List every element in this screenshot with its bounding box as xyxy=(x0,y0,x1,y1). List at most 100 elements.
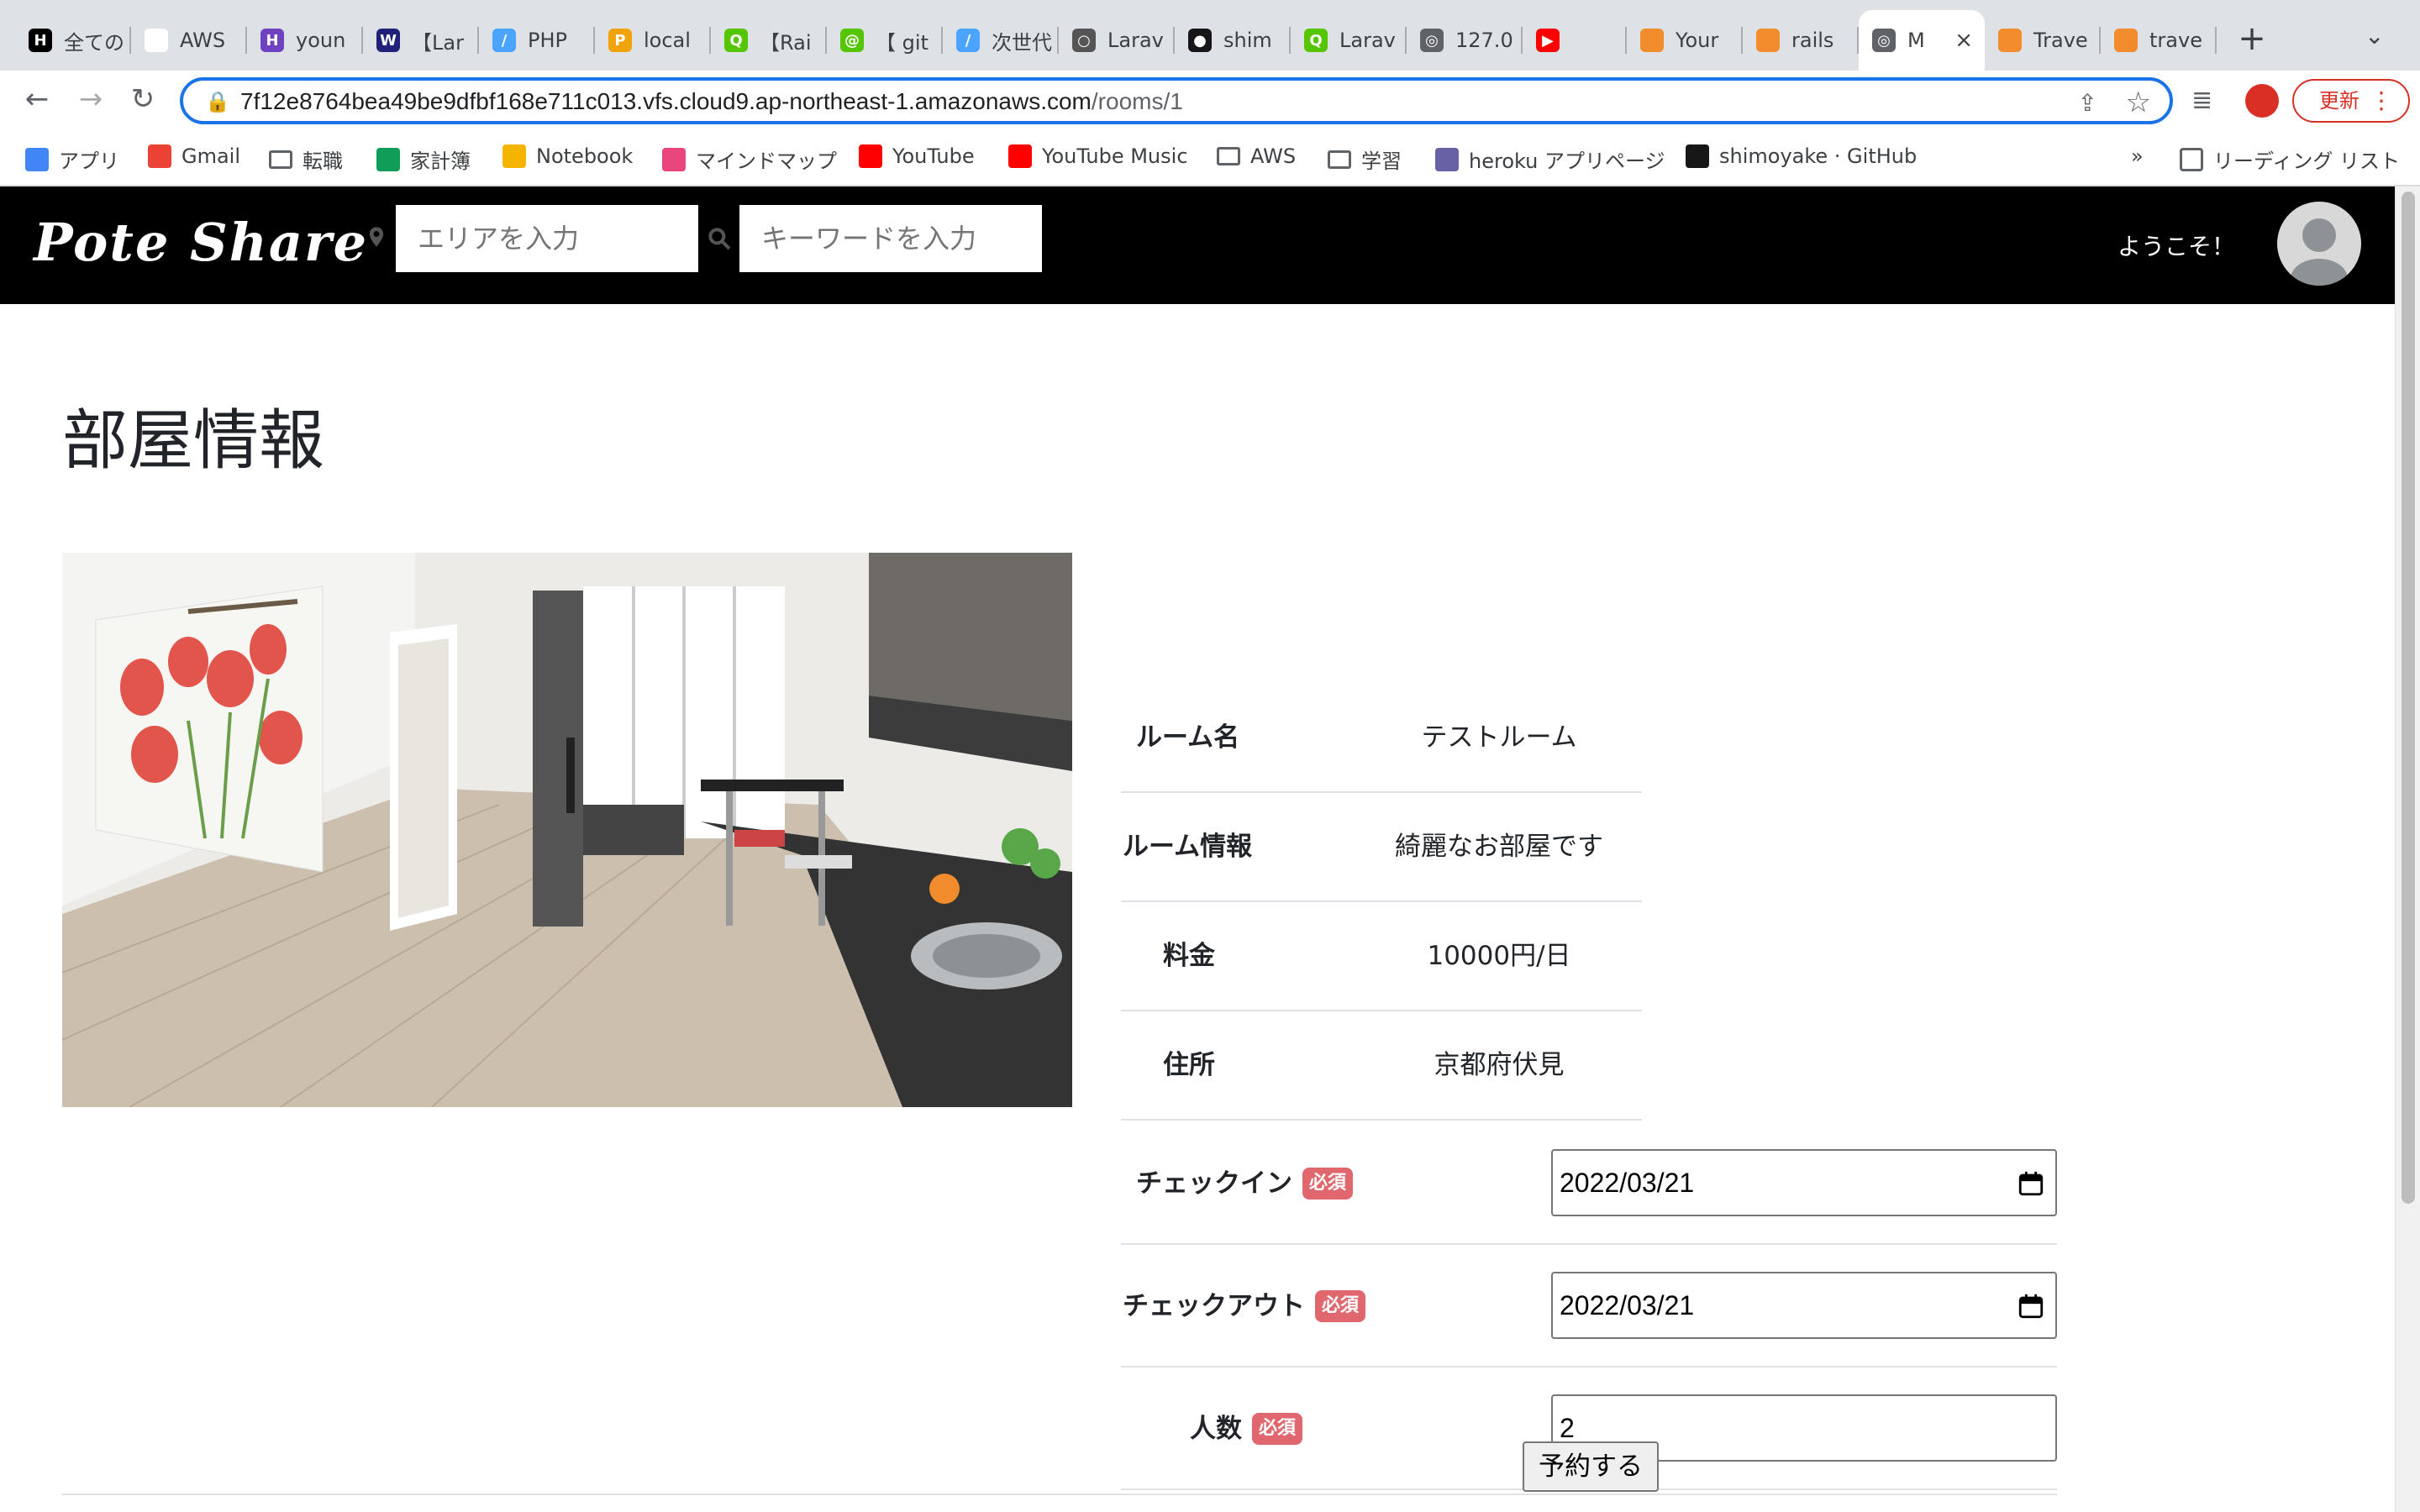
checkin-value: 2022/03/21 xyxy=(1560,1168,1695,1198)
bookmark-label: 家計簿 xyxy=(410,150,471,173)
bookmark-item[interactable]: 学習 xyxy=(1328,144,1402,174)
browser-tab[interactable]: ◎ 127.0 xyxy=(1407,10,1523,71)
bookmark-star-icon[interactable]: ☆ xyxy=(2126,86,2151,119)
new-tab-button[interactable]: + xyxy=(2232,18,2272,59)
bookmark-item[interactable]: shimoyake · GitHub xyxy=(1686,144,1917,168)
browser-tab[interactable]: Q Larav xyxy=(1291,10,1407,71)
bookmark-item[interactable]: マインドマップ xyxy=(662,144,837,174)
share-icon[interactable]: ⇪ xyxy=(2078,89,2097,117)
calendar-icon[interactable] xyxy=(2017,1292,2045,1320)
tab-favicon-icon: / xyxy=(492,29,516,52)
folder-icon xyxy=(269,150,292,169)
browser-tab[interactable]: ▶ AWS xyxy=(131,10,247,71)
more-bookmarks-button[interactable]: » xyxy=(2131,144,2144,168)
tab-label: 【Rai xyxy=(760,30,812,55)
bookmark-label: YouTube Music xyxy=(1042,144,1188,168)
people-value: 2 xyxy=(1560,1413,1575,1443)
tab-favicon-icon: ▶ xyxy=(1536,29,1560,52)
bookmark-label: マインドマップ xyxy=(696,150,837,173)
youtube-music-icon xyxy=(1008,144,1032,168)
tab-favicon-icon: H xyxy=(260,29,284,52)
browser-tab[interactable]: @ 【 git xyxy=(827,10,943,71)
checkout-date-input[interactable]: 2022/03/21 xyxy=(1551,1272,2057,1339)
browser-tab[interactable]: ▶ xyxy=(1523,10,1627,71)
browser-tab-bar: H 全ての ▶ AWS Hyoun W 【Lar / PHP Plocal Q 【Rai @ 【 git /… xyxy=(0,0,2420,71)
bookmark-item[interactable]: 転職 xyxy=(269,144,343,174)
browser-toolbar: ← → ↻ 🔒 7f12e8764bea49be9dfbf168e711c013… xyxy=(0,71,2420,128)
reserve-button[interactable]: 予約する xyxy=(1523,1441,1659,1492)
browser-tab[interactable]: H 全ての xyxy=(15,10,131,71)
tab-favicon-icon: ◎ xyxy=(1872,29,1896,52)
user-avatar[interactable] xyxy=(2277,202,2361,286)
tab-label: shim xyxy=(1223,29,1272,52)
bookmark-item[interactable]: アプリ xyxy=(25,144,119,174)
checkin-date-input[interactable]: 2022/03/21 xyxy=(1551,1149,2057,1216)
welcome-text: ようこそ！ xyxy=(2118,233,2236,260)
media-control-icon[interactable]: ≣ xyxy=(2191,86,2212,115)
update-button[interactable]: 更新 ⋮ xyxy=(2292,79,2410,123)
tab-active[interactable]: ◎ M × xyxy=(1859,10,1985,71)
bookmark-label: Notebook xyxy=(536,144,634,168)
sheets-icon xyxy=(376,147,400,171)
tab-favicon-icon: ● xyxy=(1188,29,1212,52)
info-label: 住所 xyxy=(1163,1050,1215,1080)
browser-tab[interactable]: W 【Lar xyxy=(363,10,479,71)
menu-dots-icon: ⋮ xyxy=(2370,87,2393,114)
page-scrollbar[interactable] xyxy=(2395,186,2420,1512)
tab-label: rails xyxy=(1791,29,1834,52)
browser-tab[interactable]: Trave xyxy=(1985,10,2101,71)
bookmark-label: AWS xyxy=(1250,144,1297,168)
site-logo[interactable]: Pote Share xyxy=(34,212,368,273)
bookmark-label: 転職 xyxy=(302,150,343,173)
back-arrow-icon[interactable]: ← xyxy=(20,82,54,116)
browser-tab[interactable]: rails xyxy=(1743,10,1859,71)
tab-label: 【Lar xyxy=(412,30,464,55)
tab-label: Trave xyxy=(2033,29,2088,52)
bookmark-item[interactable]: AWS xyxy=(1217,144,1296,168)
apps-icon xyxy=(25,147,49,171)
info-value: テストルーム xyxy=(1421,722,1577,753)
close-tab-icon[interactable]: × xyxy=(1954,28,1973,53)
url-host: 7f12e8764bea49be9dfbf168e711c013.vfs.clo… xyxy=(240,88,1092,114)
tab-search-chevron-icon[interactable]: ⌄ xyxy=(2365,22,2384,50)
bookmark-label: 学習 xyxy=(1361,150,1402,173)
address-bar[interactable]: 🔒 7f12e8764bea49be9dfbf168e711c013.vfs.c… xyxy=(180,77,2173,124)
checkin-label-text: チェックイン xyxy=(1136,1168,1292,1199)
browser-tab[interactable]: trave xyxy=(2101,10,2217,71)
bookmark-item[interactable]: Gmail xyxy=(148,144,240,168)
reading-list-button[interactable]: リーディング リスト xyxy=(2180,144,2400,174)
tab-label: M xyxy=(1907,29,1925,52)
browser-tab[interactable]: Q 【Rai xyxy=(711,10,827,71)
info-value: 綺麗なお部屋です xyxy=(1395,832,1603,862)
notebook-icon xyxy=(502,144,526,168)
scrollbar-thumb[interactable] xyxy=(2402,192,2415,1204)
browser-tab[interactable]: Hyoun xyxy=(247,10,363,71)
tab-label: 全ての xyxy=(64,30,124,55)
browser-tab[interactable]: ○ Larav xyxy=(1059,10,1175,71)
browser-tab[interactable]: / 次世代 xyxy=(943,10,1059,71)
extension-icon[interactable] xyxy=(2245,84,2279,118)
bookmark-item[interactable]: YouTube Music xyxy=(1008,144,1188,168)
browser-tab[interactable]: Plocal xyxy=(595,10,711,71)
tab-label: PHP xyxy=(528,29,567,52)
browser-tab[interactable]: ● shim xyxy=(1175,10,1291,71)
browser-tab[interactable]: Your xyxy=(1627,10,1743,71)
keyword-search-input[interactable] xyxy=(739,205,1042,272)
bookmark-item[interactable]: heroku アプリページ xyxy=(1435,144,1665,174)
calendar-icon[interactable] xyxy=(2017,1169,2045,1198)
tab-label: AWS xyxy=(180,29,226,52)
bookmark-item[interactable]: Notebook xyxy=(502,144,633,168)
tab-favicon-icon: / xyxy=(956,29,980,52)
bookmark-item[interactable]: YouTube xyxy=(859,144,975,168)
bookmark-label: アプリ xyxy=(59,150,119,173)
youtube-icon xyxy=(859,144,882,168)
bookmark-item[interactable]: 家計簿 xyxy=(376,144,471,174)
reload-icon[interactable]: ↻ xyxy=(126,82,160,116)
browser-tab[interactable]: / PHP xyxy=(479,10,595,71)
room-photo xyxy=(62,553,1072,1107)
update-label: 更新 xyxy=(2319,89,2360,113)
forward-arrow-icon[interactable]: → xyxy=(74,82,108,116)
area-search-input[interactable] xyxy=(396,205,698,272)
folder-icon xyxy=(1217,147,1240,165)
tab-favicon-icon: Q xyxy=(1304,29,1328,52)
